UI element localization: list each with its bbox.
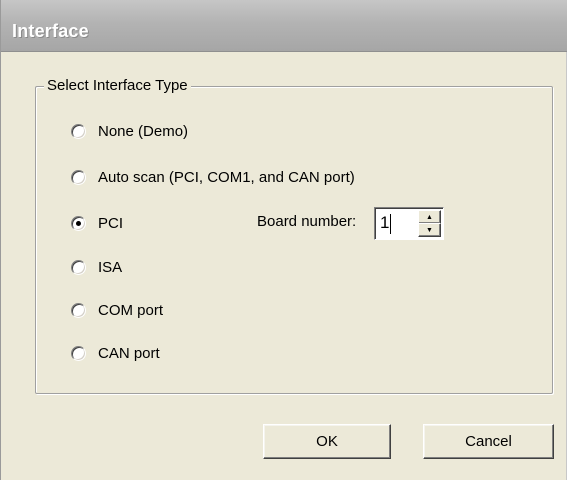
radio-label: COM port	[98, 301, 164, 319]
window-title: Interface	[12, 21, 89, 41]
radio-button[interactable]	[71, 345, 86, 361]
radio-option-can-port[interactable]: CAN port	[71, 342, 160, 364]
radio-option-pci[interactable]: PCI	[71, 212, 123, 234]
radio-button[interactable]	[71, 259, 86, 275]
arrow-down-icon[interactable]: ▼	[418, 223, 441, 237]
radio-option-isa[interactable]: ISA	[71, 256, 122, 278]
text-caret	[390, 214, 391, 234]
radio-button[interactable]	[71, 215, 86, 231]
radio-label: PCI	[98, 214, 124, 232]
radio-option-auto-scan[interactable]: Auto scan (PCI, COM1, and CAN port)	[71, 166, 355, 188]
ok-button[interactable]: OK	[263, 424, 391, 459]
radio-label: ISA	[98, 258, 123, 276]
radio-button[interactable]	[71, 169, 86, 185]
cancel-button[interactable]: Cancel	[423, 424, 554, 459]
radio-label: Auto scan (PCI, COM1, and CAN port)	[98, 168, 355, 186]
radio-button[interactable]	[71, 123, 86, 139]
board-number-label: Board number:	[257, 213, 357, 230]
board-number-input[interactable]: 1	[380, 213, 389, 233]
arrow-up-icon[interactable]: ▲	[418, 210, 441, 224]
title-bar[interactable]: Interface	[1, 0, 567, 52]
board-number-spinner[interactable]: 1 ▲ ▼	[374, 207, 444, 240]
radio-option-none-demo[interactable]: None (Demo)	[71, 120, 188, 142]
radio-label: CAN port	[98, 344, 160, 362]
radio-label: None (Demo)	[98, 122, 189, 140]
radio-button[interactable]	[71, 302, 86, 318]
interface-dialog: Interface Select Interface Type None (De…	[0, 0, 567, 480]
radio-option-com-port[interactable]: COM port	[71, 299, 163, 321]
groupbox-title: Select Interface Type	[44, 76, 191, 96]
